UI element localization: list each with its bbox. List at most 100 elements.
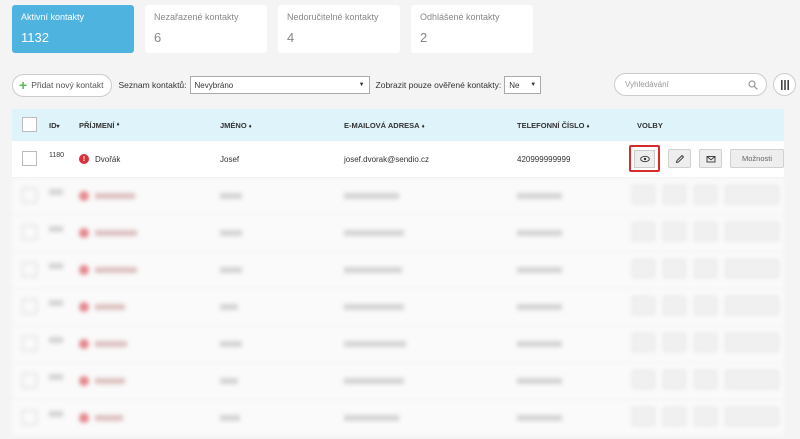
view-contact-button[interactable] xyxy=(632,407,655,426)
row-email xyxy=(344,415,399,421)
verified-only-value: Ne xyxy=(509,80,520,90)
edit-contact-button[interactable] xyxy=(663,222,686,241)
row-name xyxy=(220,193,242,199)
edit-contact-button[interactable] xyxy=(663,407,686,426)
row-surname xyxy=(79,376,125,386)
table-row[interactable] xyxy=(12,363,784,400)
verified-only-select[interactable]: Ne ▼ xyxy=(504,76,542,94)
card-label: Nezařazené kontakty xyxy=(154,12,239,22)
caret-down-icon: ▼ xyxy=(358,82,365,88)
table-row[interactable] xyxy=(12,289,784,326)
row-id: 1180 xyxy=(49,152,65,159)
view-contact-button[interactable] xyxy=(629,145,660,172)
card-unassigned-contacts[interactable]: Nezařazené kontakty 6 xyxy=(145,5,267,53)
row-email xyxy=(344,304,404,310)
card-value: 6 xyxy=(154,30,162,45)
select-all-checkbox[interactable] xyxy=(22,117,37,132)
row-checkbox[interactable] xyxy=(22,151,37,166)
email-contact-button[interactable] xyxy=(694,259,717,278)
view-contact-button[interactable] xyxy=(632,259,655,278)
email-contact-button[interactable] xyxy=(699,149,722,168)
email-contact-button[interactable] xyxy=(694,333,717,352)
row-id xyxy=(49,189,63,195)
row-checkbox[interactable] xyxy=(22,410,37,425)
email-contact-button[interactable] xyxy=(694,185,717,204)
view-contact-button[interactable] xyxy=(632,296,655,315)
more-options-button[interactable] xyxy=(725,333,779,352)
row-email xyxy=(344,230,404,236)
row-actions: Možnosti xyxy=(629,145,784,172)
card-undeliverable-contacts[interactable]: Nedoručitelné kontakty 4 xyxy=(278,5,400,53)
row-surname xyxy=(79,191,135,201)
row-checkbox[interactable] xyxy=(22,188,37,203)
table-row[interactable] xyxy=(12,326,784,363)
row-checkbox[interactable] xyxy=(22,225,37,240)
row-actions xyxy=(632,222,779,241)
row-name xyxy=(220,378,238,384)
table-row[interactable] xyxy=(12,215,784,252)
card-label: Nedoručitelné kontakty xyxy=(287,12,379,22)
header-email[interactable]: E-MAILOVÁ ADRESA ♦ xyxy=(344,121,425,130)
view-contact-button[interactable] xyxy=(632,222,655,241)
view-contact-button[interactable] xyxy=(632,333,655,352)
row-phone: 420999999999 xyxy=(517,154,571,164)
row-checkbox[interactable] xyxy=(22,336,37,351)
more-options-button[interactable] xyxy=(725,185,779,204)
row-actions xyxy=(632,407,779,426)
card-unsubscribed-contacts[interactable]: Odhlášené kontakty 2 xyxy=(411,5,533,53)
header-actions: VOLBY xyxy=(637,120,663,130)
email-contact-button[interactable] xyxy=(694,222,717,241)
header-phone[interactable]: TELEFONNÍ ČÍSLO ♦ xyxy=(517,121,590,130)
table-row[interactable] xyxy=(12,400,784,437)
header-name[interactable]: JMÉNO ♦ xyxy=(220,121,252,130)
edit-contact-button[interactable] xyxy=(663,370,686,389)
table-row[interactable]: 1180 ! Dvořák Josef josef.dvorak@sendio.… xyxy=(12,141,784,178)
email-contact-button[interactable] xyxy=(694,407,717,426)
row-phone xyxy=(517,304,562,310)
header-id[interactable]: ID▾ xyxy=(49,121,60,130)
row-name: Josef xyxy=(220,154,240,164)
table-row[interactable] xyxy=(12,252,784,289)
view-contact-button[interactable] xyxy=(632,185,655,204)
surname-text: Dvořák xyxy=(95,154,121,164)
view-button-inner xyxy=(634,149,655,168)
more-options-button[interactable] xyxy=(725,222,779,241)
edit-contact-button[interactable] xyxy=(663,333,686,352)
header-surname[interactable]: PŘÍJMENÍ ♦ xyxy=(79,121,120,130)
row-phone xyxy=(517,267,562,273)
row-id xyxy=(49,374,63,380)
edit-contact-button[interactable] xyxy=(668,149,691,168)
row-checkbox[interactable] xyxy=(22,299,37,314)
row-checkbox[interactable] xyxy=(22,373,37,388)
view-contact-button[interactable] xyxy=(632,370,655,389)
more-options-button[interactable] xyxy=(725,370,779,389)
more-options-button[interactable] xyxy=(725,407,779,426)
row-email xyxy=(344,267,402,273)
edit-contact-button[interactable] xyxy=(663,259,686,278)
row-id xyxy=(49,411,63,417)
surname-text xyxy=(95,341,127,347)
email-contact-button[interactable] xyxy=(694,370,717,389)
add-contact-button[interactable]: + Přidat nový kontakt xyxy=(12,73,113,97)
warning-icon xyxy=(79,265,89,275)
card-value: 1132 xyxy=(21,30,49,45)
card-active-contacts[interactable]: Aktivní kontakty 1132 xyxy=(12,5,134,53)
row-surname xyxy=(79,413,123,423)
columns-icon xyxy=(780,79,789,90)
more-options-button[interactable] xyxy=(725,259,779,278)
search-input[interactable]: Vyhledávání xyxy=(614,73,767,96)
contact-list-label: Seznam kontaktů: xyxy=(118,80,187,90)
table-row[interactable] xyxy=(12,178,784,215)
edit-contact-button[interactable] xyxy=(663,185,686,204)
more-options-button[interactable]: Možnosti xyxy=(730,149,784,168)
more-options-button[interactable] xyxy=(725,296,779,315)
row-checkbox[interactable] xyxy=(22,262,37,277)
surname-text xyxy=(95,304,125,310)
row-id xyxy=(49,337,63,343)
columns-toggle-button[interactable] xyxy=(773,73,796,96)
contact-list-select[interactable]: Nevybráno ▼ xyxy=(189,76,370,94)
edit-contact-button[interactable] xyxy=(663,296,686,315)
row-email: josef.dvorak@sendio.cz xyxy=(344,154,430,164)
warning-icon xyxy=(79,376,89,386)
email-contact-button[interactable] xyxy=(694,296,717,315)
